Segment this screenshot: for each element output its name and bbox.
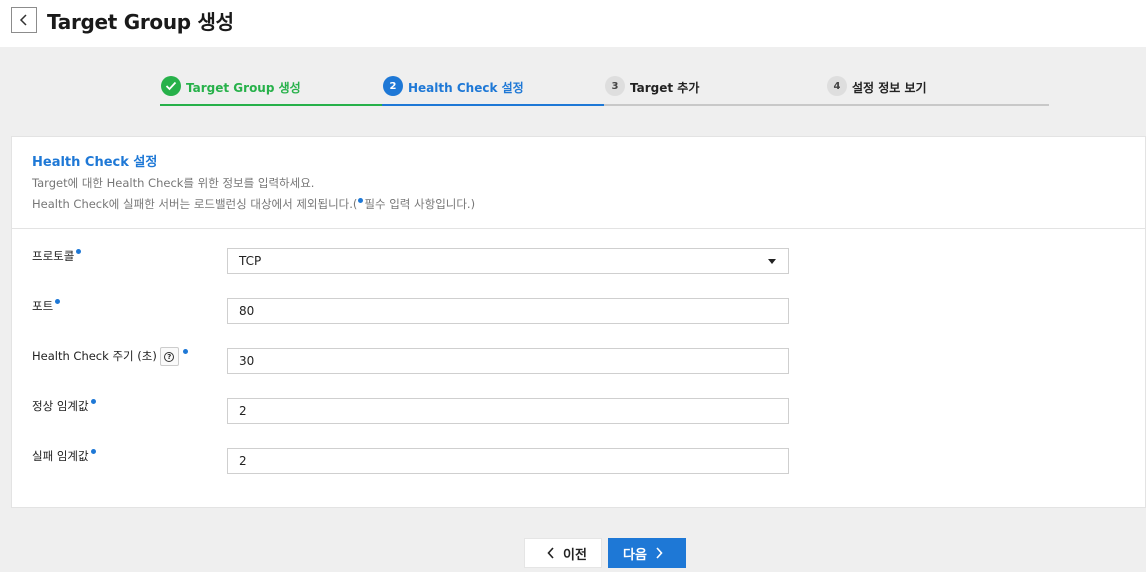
step-target-group: Target Group 생성 xyxy=(160,72,382,106)
step-health-check: 2 Health Check 설정 xyxy=(382,72,604,106)
port-input[interactable]: 80 xyxy=(227,298,789,324)
interval-label: Health Check 주기 (초)? xyxy=(32,347,189,366)
required-dot-icon xyxy=(90,449,96,454)
protocol-row: 프로토콜 TCP xyxy=(32,248,792,274)
healthy-threshold-label: 정상 임계값 xyxy=(32,398,97,414)
chevron-left-icon xyxy=(547,547,554,559)
unhealthy-threshold-row: 실패 임계값 2 xyxy=(32,448,792,474)
required-dot-icon xyxy=(182,349,188,354)
step-target-add: 3 Target 추가 xyxy=(604,72,826,106)
chevron-right-icon xyxy=(656,547,663,559)
page-header: Target Group 생성 xyxy=(0,0,1146,47)
port-label: 포트 xyxy=(32,298,61,314)
required-dot-icon xyxy=(76,249,82,254)
unhealthy-threshold-label: 실패 임계값 xyxy=(32,448,97,464)
chevron-left-icon xyxy=(19,14,27,26)
step-label: Target 추가 xyxy=(630,81,700,95)
protocol-label: 프로토콜 xyxy=(32,248,82,264)
prev-button[interactable]: 이전 xyxy=(524,538,602,568)
required-dot-icon xyxy=(55,299,61,304)
healthy-threshold-row: 정상 임계값 2 xyxy=(32,398,792,424)
help-button[interactable]: ? xyxy=(159,347,179,366)
section-description: Target에 대한 Health Check를 위한 정보를 입력하세요. xyxy=(32,176,315,190)
step-number: 2 xyxy=(383,76,403,96)
question-icon: ? xyxy=(164,351,175,362)
step-review: 4 설정 정보 보기 xyxy=(826,72,1048,106)
caret-down-icon xyxy=(768,259,776,264)
page-title: Target Group 생성 xyxy=(47,10,234,34)
step-number: 4 xyxy=(827,76,847,96)
panel-header: Health Check 설정 Target에 대한 Health Check를… xyxy=(12,137,1145,229)
healthy-threshold-input[interactable]: 2 xyxy=(227,398,789,424)
next-button[interactable]: 다음 xyxy=(608,538,686,568)
step-label: 설정 정보 보기 xyxy=(852,81,927,95)
back-button[interactable] xyxy=(11,7,37,33)
section-title: Health Check 설정 xyxy=(32,155,158,170)
interval-input[interactable]: 30 xyxy=(227,348,789,374)
required-dot-icon xyxy=(90,399,96,404)
wizard-stepper: Target Group 생성 2 Health Check 설정 3 Targ… xyxy=(160,72,1049,106)
step-label: Health Check 설정 xyxy=(408,81,524,95)
interval-row: Health Check 주기 (초)? 30 xyxy=(32,347,792,374)
health-check-panel: Health Check 설정 Target에 대한 Health Check를… xyxy=(11,136,1146,508)
protocol-select[interactable]: TCP xyxy=(227,248,789,274)
required-note: Health Check에 실패한 서버는 로드밸런싱 대상에서 제외됩니다.(… xyxy=(32,197,476,211)
step-label: Target Group 생성 xyxy=(186,81,301,95)
required-dot-icon xyxy=(358,198,364,203)
step-number: 3 xyxy=(605,76,625,96)
port-row: 포트 80 xyxy=(32,298,792,324)
check-icon xyxy=(161,76,181,96)
unhealthy-threshold-input[interactable]: 2 xyxy=(227,448,789,474)
